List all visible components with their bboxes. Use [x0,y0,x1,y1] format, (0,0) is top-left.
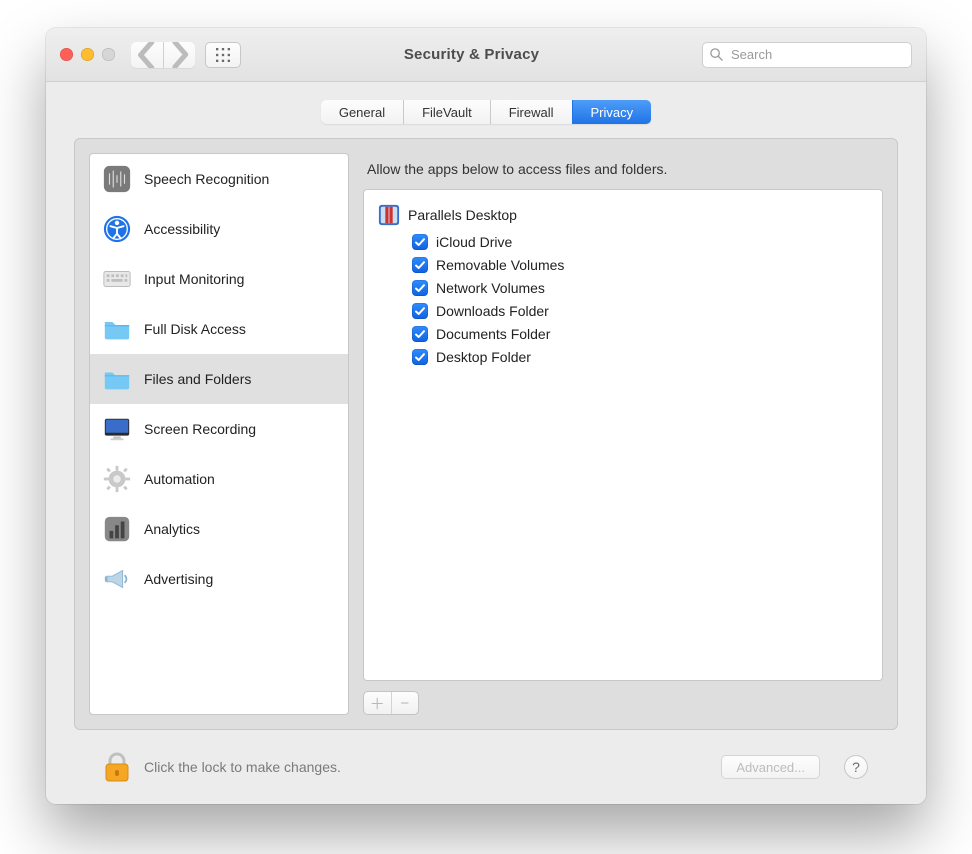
window-title: Security & Privacy [251,46,692,63]
tab-filevault[interactable]: FileVault [403,100,490,124]
sidebar-item-advertising[interactable]: Advertising [90,554,348,604]
permission-item: Network Volumes [412,280,868,296]
permission-list: iCloud Drive Removable Volumes Network V… [412,234,868,365]
preferences-window: Security & Privacy General FileVault Fir… [46,28,926,804]
tab-privacy[interactable]: Privacy [572,100,652,124]
detail-caption: Allow the apps below to access files and… [367,161,879,177]
sidebar-item-label: Analytics [144,521,200,537]
remove-button[interactable]: − [391,692,419,714]
sidebar-item-files-and-folders[interactable]: Files and Folders [90,354,348,404]
sidebar-item-label: Screen Recording [144,421,256,437]
detail-pane: Allow the apps below to access files and… [363,153,883,715]
sidebar-item-automation[interactable]: Automation [90,454,348,504]
speech-recognition-icon [102,164,132,194]
barchart-icon [102,514,132,544]
footer: Click the lock to make changes. Advanced… [74,730,898,804]
permission-checkbox[interactable] [412,326,428,342]
sidebar-item-speech[interactable]: Speech Recognition [90,154,348,204]
permission-item: Documents Folder [412,326,868,342]
permission-item: iCloud Drive [412,234,868,250]
close-window-button[interactable] [60,48,73,61]
lock-icon[interactable] [104,751,130,783]
folder-icon [102,364,132,394]
sidebar-item-label: Automation [144,471,215,487]
permission-label: Documents Folder [436,326,550,342]
permission-checkbox[interactable] [412,349,428,365]
megaphone-icon [102,564,132,594]
sidebar-item-label: Full Disk Access [144,321,246,337]
permission-checkbox[interactable] [412,280,428,296]
sidebar-item-label: Input Monitoring [144,271,244,287]
sidebar-item-accessibility[interactable]: Accessibility [90,204,348,254]
permission-item: Desktop Folder [412,349,868,365]
app-name-label: Parallels Desktop [408,207,517,223]
app-permission-list[interactable]: Parallels Desktop iCloud Drive Removable… [363,189,883,681]
zoom-window-button [102,48,115,61]
permission-item: Downloads Folder [412,303,868,319]
sidebar-item-label: Advertising [144,571,213,587]
sidebar-item-label: Accessibility [144,221,220,237]
privacy-panel: Speech Recognition Accessibility Input M… [74,138,898,730]
app-row[interactable]: Parallels Desktop [378,200,868,234]
search-field-wrap [702,42,912,68]
grid-icon [216,48,230,62]
accessibility-icon [102,214,132,244]
display-icon [102,414,132,444]
permission-item: Removable Volumes [412,257,868,273]
add-remove-segment: ＋ − [363,691,419,715]
advanced-button[interactable]: Advanced... [721,755,820,779]
back-button[interactable] [131,42,163,68]
add-button[interactable]: ＋ [364,692,391,714]
tab-firewall[interactable]: Firewall [490,100,572,124]
permission-label: iCloud Drive [436,234,512,250]
folder-icon [102,314,132,344]
help-button[interactable]: ? [844,755,868,779]
window-controls [60,48,115,61]
search-icon [709,47,724,62]
parallels-icon [378,204,400,226]
sidebar-item-label: Files and Folders [144,371,251,387]
sidebar-item-full-disk-access[interactable]: Full Disk Access [90,304,348,354]
sidebar-item-screen-recording[interactable]: Screen Recording [90,404,348,454]
show-all-button[interactable] [205,42,241,68]
permission-checkbox[interactable] [412,234,428,250]
nav-back-forward [131,42,195,68]
minimize-window-button[interactable] [81,48,94,61]
forward-button[interactable] [163,42,195,68]
tab-bar: General FileVault Firewall Privacy [321,100,651,124]
keyboard-icon [102,264,132,294]
permission-label: Downloads Folder [436,303,549,319]
permission-label: Removable Volumes [436,257,564,273]
gear-icon [102,464,132,494]
sidebar-item-input-monitoring[interactable]: Input Monitoring [90,254,348,304]
sidebar-item-analytics[interactable]: Analytics [90,504,348,554]
permission-label: Network Volumes [436,280,545,296]
permission-checkbox[interactable] [412,303,428,319]
search-input[interactable] [702,42,912,68]
window-toolbar: Security & Privacy [46,28,926,82]
tab-general[interactable]: General [321,100,403,124]
sidebar-item-label: Speech Recognition [144,171,269,187]
permission-checkbox[interactable] [412,257,428,273]
lock-hint-text: Click the lock to make changes. [144,759,707,775]
content-area: General FileVault Firewall Privacy Speec… [46,82,926,804]
privacy-category-list[interactable]: Speech Recognition Accessibility Input M… [89,153,349,715]
permission-label: Desktop Folder [436,349,531,365]
